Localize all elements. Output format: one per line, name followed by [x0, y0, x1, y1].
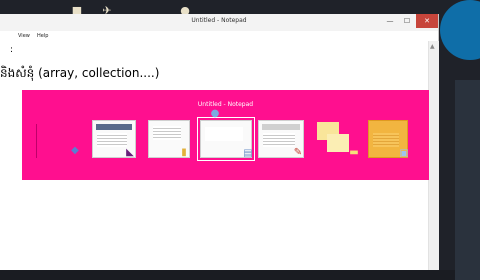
thumbnail-header [96, 124, 132, 130]
photos-icon: ▣ [399, 148, 409, 159]
sticky-note [327, 134, 349, 152]
window-title: Untitled - Notepad [191, 17, 247, 24]
menu-help[interactable]: Help [37, 33, 48, 39]
visual-studio-icon: ◆ [71, 145, 79, 156]
thumbnail-content [97, 133, 127, 147]
visual-studio-icon: ◣ [126, 147, 134, 158]
minimize-button[interactable]: — [382, 14, 398, 28]
desktop-wallpaper-shape [440, 0, 480, 60]
vertical-scrollbar[interactable]: ▲ [428, 41, 439, 270]
desktop-wallpaper-shape [455, 80, 480, 280]
thumbnail-content [205, 127, 243, 141]
menu-bar: View Help [0, 31, 438, 41]
sticky-notes-icon: ▬ [349, 147, 359, 158]
notepad-icon: ▤ [243, 148, 253, 159]
switcher-title: Untitled - Notepad [197, 101, 254, 108]
editor-line: និងសំនុំ (array, collection....) [0, 66, 160, 80]
pdf-icon: ✎ [293, 147, 303, 158]
thumbnail-header [262, 124, 300, 130]
scroll-up-icon[interactable]: ▲ [430, 43, 435, 50]
close-button[interactable]: ✕ [416, 14, 438, 28]
thumbnail-content [373, 133, 399, 147]
folder-icon: ▮ [181, 147, 187, 158]
maximize-button[interactable]: ☐ [399, 14, 415, 28]
switcher-separator [36, 124, 37, 158]
editor-line: : [10, 45, 14, 55]
alt-tab-switcher: Untitled - Notepad ◆ ◣ ▮ ● ▤ ✎ ▬ ▣ [22, 90, 429, 180]
notepad-icon: ● [210, 108, 220, 119]
menu-view[interactable]: View [18, 33, 30, 39]
thumbnail-content [263, 133, 295, 147]
title-bar[interactable]: Untitled - Notepad — ☐ ✕ [0, 14, 438, 32]
thumbnail-content [153, 126, 181, 140]
